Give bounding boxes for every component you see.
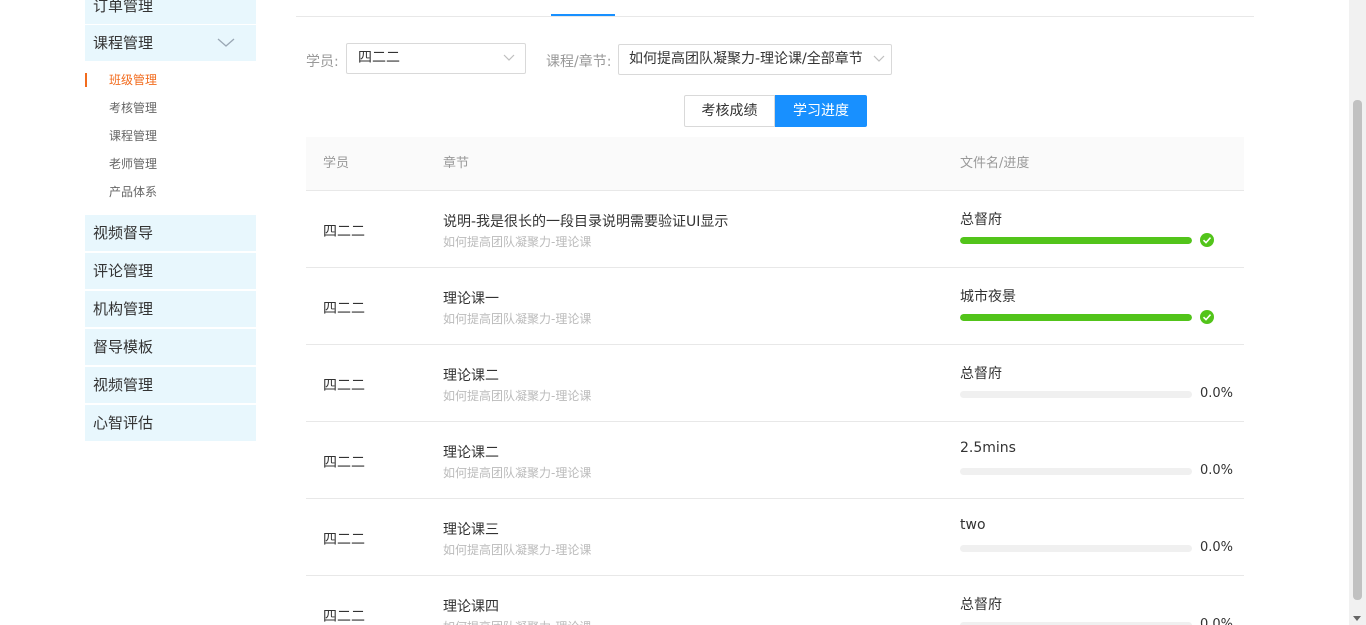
sidebar-subitem-label: 班级管理 [109,73,158,87]
sidebar-item[interactable]: 视频管理 [85,367,256,403]
course-name: 如何提高团队凝聚力-理论课 [443,312,592,326]
table-row: 四二二 理论课四如何提高团队凝聚力-理论课 总督府 0.0% [306,576,1244,625]
course-filter-label: 课程/章节: [546,54,612,70]
scrollbar[interactable] [1349,0,1366,625]
file-name: 总督府 [960,366,1002,382]
sidebar-item-label: 视频督导 [93,224,154,242]
sidebar-item[interactable]: 督导模板 [85,329,256,365]
sidebar-subitem[interactable]: 老师管理 [85,150,256,178]
course-select-value: 如何提高团队凝聚力-理论课/全部章节 [629,51,863,67]
progress-percent: 0.0% [1200,386,1234,401]
chapter-title: 理论课二 [443,445,499,461]
course-name: 如何提高团队凝聚力-理论课 [443,543,592,557]
student-name: 四二二 [323,224,365,240]
scroll-down-arrow-icon[interactable] [1353,616,1361,621]
chapter-title: 理论课四 [443,599,499,615]
progress-percent: 0.0% [1200,617,1234,625]
sidebar-item-label: 督导模板 [93,338,154,356]
progress-bar [960,545,1192,552]
table-row: 四二二 理论课二如何提高团队凝聚力-理论课 总督府 0.0% [306,345,1244,422]
sidebar-subitem[interactable]: 考核管理 [85,94,256,122]
course-name: 如何提高团队凝聚力-理论课 [443,618,591,625]
tab-bar-divider [296,16,1254,17]
sidebar-item-label: 视频管理 [93,376,154,394]
table-row: 四二二 理论课三如何提高团队凝聚力-理论课 two 0.0% [306,499,1244,576]
chevron-down-icon [217,38,235,47]
course-name: 如何提高团队凝聚力-理论课 [443,235,592,249]
sidebar-subitem-label: 老师管理 [109,157,158,171]
table-row: 四二二 理论课一如何提高团队凝聚力-理论课 城市夜景 [306,268,1244,345]
active-indicator [85,73,87,87]
column-header-student: 学员 [323,156,350,171]
course-name: 如何提高团队凝聚力-理论课 [443,466,592,480]
check-circle-icon [1200,310,1214,324]
column-header-file-progress: 文件名/进度 [960,156,1030,171]
course-chapter-select[interactable]: 如何提高团队凝聚力-理论课/全部章节 [618,44,892,75]
column-header-chapter: 章节 [443,156,470,171]
sidebar-item-order-management[interactable]: 订单管理 [85,0,256,24]
progress-table: 学员 章节 文件名/进度 四二二 说明-我是很长的一段目录说明需要验证UI显示 如何… [306,137,1244,625]
active-tab-indicator [551,14,615,16]
sidebar-item[interactable]: 机构管理 [85,291,256,327]
student-name: 四二二 [323,609,365,625]
chevron-down-icon [503,54,515,61]
sidebar-subitem[interactable]: 课程管理 [85,122,256,150]
check-circle-icon [1200,233,1214,247]
sidebar-subitem-label: 产品体系 [109,185,158,199]
chapter-title: 说明-我是很长的一段目录说明需要验证UI显示 [443,214,729,230]
progress-bar [960,314,1192,321]
chapter-title: 理论课三 [443,522,499,538]
exam-score-tab-button[interactable]: 考核成绩 [684,95,775,127]
file-name: 2.5mins [960,440,1016,456]
table-header: 学员 章节 文件名/进度 [306,137,1244,191]
progress-bar-fill [960,314,1192,321]
progress-bar-fill [960,237,1192,244]
student-select-value: 四二二 [358,50,400,66]
sidebar-subitem-label: 考核管理 [109,101,158,115]
sidebar-subitem[interactable]: 产品体系 [85,178,256,206]
sidebar-item-course-management[interactable]: 课程管理 [85,25,256,61]
file-name: 总督府 [960,212,1002,228]
student-select[interactable]: 四二二 [346,43,526,74]
sidebar-subitem[interactable]: 班级管理 [85,66,256,94]
sidebar-item-label: 心智评估 [93,414,154,432]
sidebar-item-label: 课程管理 [93,34,154,52]
chapter-title: 理论课一 [443,291,499,307]
chevron-down-icon [873,55,885,62]
student-filter-label: 学员: [306,54,339,70]
sidebar-item-label: 机构管理 [93,300,154,318]
course-name: 如何提高团队凝聚力-理论课 [443,389,592,403]
file-name: 城市夜景 [960,289,1016,305]
scrollbar-thumb[interactable] [1353,100,1362,600]
sidebar-item[interactable]: 心智评估 [85,405,256,441]
sidebar-item-label: 订单管理 [93,0,154,15]
table-body: 四二二 说明-我是很长的一段目录说明需要验证UI显示 如何提高团队凝聚力-理论课 总督… [306,191,1244,625]
file-name: 总督府 [960,597,1002,613]
page: 订单管理 课程管理 班级管理 考核管理 课程管理 老师管理 产品体系 视频督导 评论管理机… [0,0,1366,625]
sidebar-item-label: 评论管理 [93,262,154,280]
sidebar-subitem-label: 课程管理 [109,129,158,143]
progress-bar [960,391,1192,398]
table-row: 四二二 说明-我是很长的一段目录说明需要验证UI显示 如何提高团队凝聚力-理论课 总督… [306,191,1244,268]
file-name: two [960,517,986,533]
sidebar-item[interactable]: 评论管理 [85,253,256,289]
student-name: 四二二 [323,378,365,394]
student-name: 四二二 [323,455,365,471]
progress-bar [960,468,1192,475]
progress-bar [960,237,1192,244]
student-name: 四二二 [323,301,365,317]
student-name: 四二二 [323,532,365,548]
progress-percent: 0.0% [1200,463,1234,478]
sidebar-item[interactable]: 视频督导 [85,215,256,251]
chapter-title: 理论课二 [443,368,499,384]
table-row: 四二二 理论课二如何提高团队凝聚力-理论课 2.5mins 0.0% [306,422,1244,499]
learning-progress-tab-button[interactable]: 学习进度 [775,95,867,127]
progress-percent: 0.0% [1200,540,1234,555]
